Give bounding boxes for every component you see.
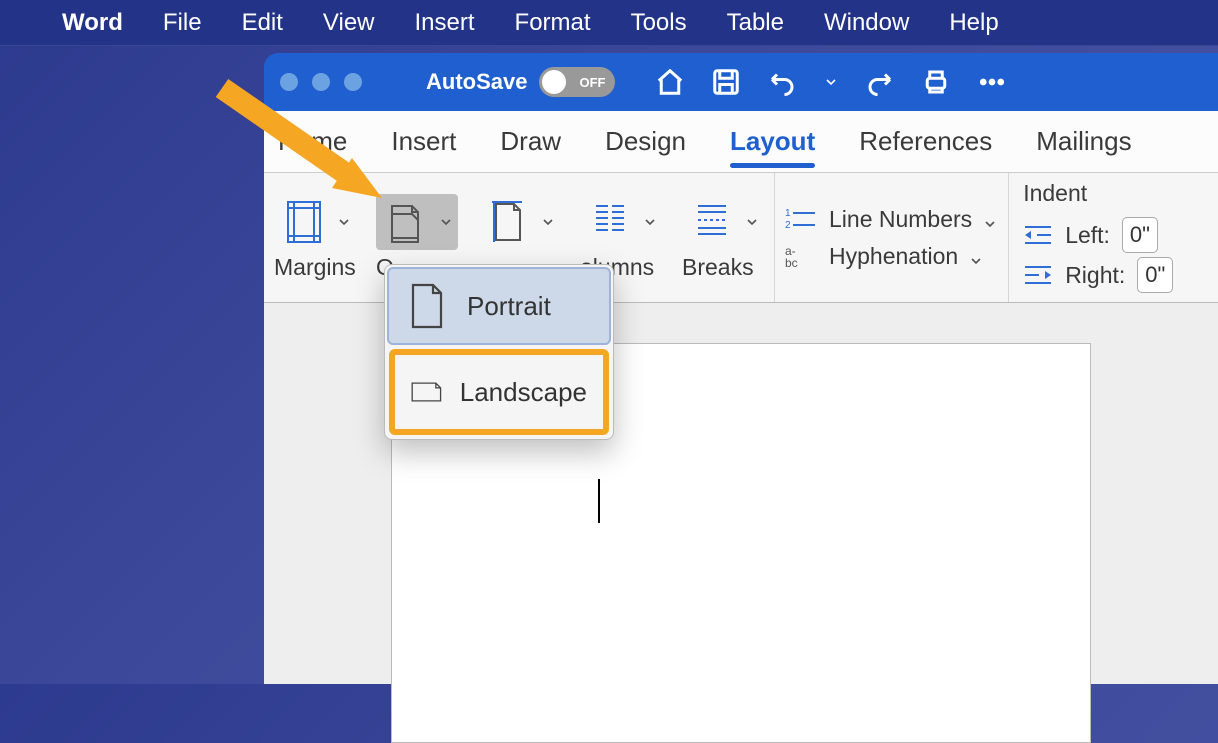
- tab-mailings[interactable]: Mailings: [1036, 118, 1131, 165]
- size-button[interactable]: [478, 194, 560, 250]
- chevron-down-icon: [968, 248, 984, 264]
- orientation-button[interactable]: [376, 194, 458, 250]
- line-numbers-icon: 12: [785, 206, 819, 232]
- margins-label: Margins: [274, 254, 356, 281]
- print-icon[interactable]: [921, 67, 951, 97]
- menu-file[interactable]: File: [163, 9, 202, 37]
- margins-icon: [278, 196, 330, 248]
- window-minimize[interactable]: [312, 73, 330, 91]
- autosave-toggle[interactable]: OFF: [539, 67, 615, 97]
- landscape-icon: [411, 369, 442, 415]
- menu-format[interactable]: Format: [515, 9, 591, 37]
- hyphenation-icon: a-bc: [785, 243, 819, 269]
- menu-view[interactable]: View: [323, 9, 375, 37]
- home-icon[interactable]: [655, 67, 685, 97]
- autosave-control[interactable]: AutoSave OFF: [426, 67, 615, 97]
- group-line-hyphen: 12 Line Numbers a-bc Hyphenation: [775, 173, 1009, 302]
- columns-button[interactable]: [580, 194, 662, 250]
- indent-left-row: Left: 0": [1023, 217, 1158, 253]
- tab-layout[interactable]: Layout: [730, 118, 815, 165]
- chevron-down-icon: [438, 214, 454, 230]
- indent-left-input[interactable]: 0": [1122, 217, 1158, 253]
- ellipsis-icon[interactable]: [977, 67, 1007, 97]
- undo-icon[interactable]: [767, 67, 797, 97]
- orientation-icon: [380, 196, 432, 248]
- titlebar-quick-icons: [655, 67, 1007, 97]
- menu-app-name[interactable]: Word: [62, 9, 123, 37]
- menu-insert[interactable]: Insert: [415, 9, 475, 37]
- menu-help[interactable]: Help: [949, 9, 998, 37]
- chevron-down-icon: [642, 214, 658, 230]
- menu-edit[interactable]: Edit: [242, 9, 283, 37]
- hyphenation-button[interactable]: a-bc Hyphenation: [785, 243, 984, 270]
- chevron-down-icon[interactable]: [823, 67, 839, 97]
- breaks-label: Breaks: [682, 254, 754, 281]
- autosave-label: AutoSave: [426, 69, 527, 95]
- indent-right-label: Right:: [1065, 262, 1125, 289]
- orientation-dropdown: Portrait Landscape: [384, 264, 614, 440]
- indent-title: Indent: [1023, 180, 1087, 207]
- indent-right-row: Right: 0": [1023, 257, 1173, 293]
- autosave-state: OFF: [579, 75, 605, 90]
- group-margins: Margins: [264, 173, 366, 302]
- orientation-landscape[interactable]: Landscape: [389, 349, 609, 435]
- margins-button[interactable]: [274, 194, 356, 250]
- ribbon-tabs: Home Insert Draw Design Layout Reference…: [264, 111, 1218, 173]
- indent-right-icon: [1023, 263, 1053, 287]
- save-icon[interactable]: [711, 67, 741, 97]
- line-numbers-button[interactable]: 12 Line Numbers: [785, 206, 998, 233]
- portrait-icon: [405, 283, 449, 329]
- tab-design[interactable]: Design: [605, 118, 686, 165]
- chevron-down-icon: [982, 211, 998, 227]
- chevron-down-icon: [540, 214, 556, 230]
- tab-home[interactable]: Home: [278, 118, 347, 165]
- size-icon: [482, 196, 534, 248]
- columns-icon: [584, 196, 636, 248]
- indent-left-icon: [1023, 223, 1053, 247]
- chevron-down-icon: [744, 214, 760, 230]
- orientation-portrait-label: Portrait: [467, 291, 551, 322]
- indent-left-label: Left:: [1065, 222, 1110, 249]
- titlebar: AutoSave OFF: [264, 53, 1218, 111]
- breaks-icon: [686, 196, 738, 248]
- redo-icon[interactable]: [865, 67, 895, 97]
- orientation-portrait[interactable]: Portrait: [387, 267, 611, 345]
- chevron-down-icon: [336, 214, 352, 230]
- group-indent: Indent Left: 0" Right: 0": [1009, 173, 1187, 302]
- text-cursor: [598, 479, 600, 523]
- svg-text:bc: bc: [785, 256, 798, 269]
- tab-references[interactable]: References: [859, 118, 992, 165]
- group-breaks: Breaks: [672, 173, 775, 302]
- window-close[interactable]: [280, 73, 298, 91]
- tab-insert[interactable]: Insert: [391, 118, 456, 165]
- menu-tools[interactable]: Tools: [631, 9, 687, 37]
- svg-text:2: 2: [785, 220, 791, 231]
- line-numbers-label: Line Numbers: [829, 206, 972, 233]
- breaks-button[interactable]: [682, 194, 764, 250]
- svg-text:1: 1: [785, 208, 791, 219]
- tab-draw[interactable]: Draw: [500, 118, 561, 165]
- orientation-landscape-label: Landscape: [460, 377, 587, 408]
- menu-window[interactable]: Window: [824, 9, 909, 37]
- window-zoom[interactable]: [344, 73, 362, 91]
- indent-right-input[interactable]: 0": [1137, 257, 1173, 293]
- hyphenation-label: Hyphenation: [829, 243, 958, 270]
- menu-table[interactable]: Table: [727, 9, 784, 37]
- macos-menubar: Word File Edit View Insert Format Tools …: [0, 0, 1218, 46]
